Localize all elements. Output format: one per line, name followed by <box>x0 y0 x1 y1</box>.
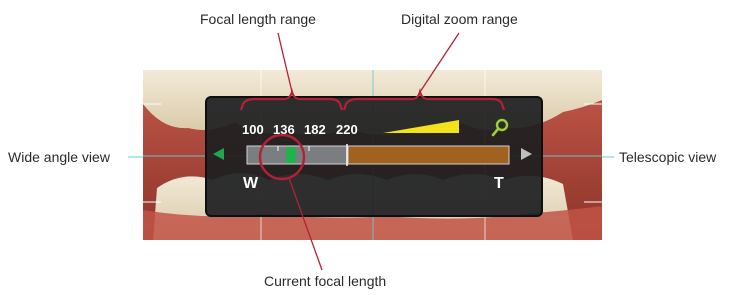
digital-zoom-range-label: Digital zoom range <box>401 11 518 27</box>
current-focal-marker <box>286 147 296 163</box>
zoom-indicator-panel: 100 136 182 220 W T <box>205 96 543 217</box>
wide-label: W <box>243 175 259 192</box>
magnifier-icon <box>491 118 509 137</box>
triangle-right-icon[interactable] <box>521 148 532 160</box>
triangle-left-icon[interactable] <box>213 148 224 160</box>
zoom-indicator-graphics <box>213 118 532 166</box>
digital-zoom-bar <box>347 145 510 165</box>
focal-length-range-label: Focal length range <box>200 11 316 27</box>
digital-zoom-wedge <box>383 120 459 133</box>
optical-zoom-bar <box>246 145 348 165</box>
tele-label: T <box>494 175 504 192</box>
telescopic-view-label: Telescopic view <box>619 149 717 165</box>
current-focal-length-label: Current focal length <box>264 273 387 289</box>
wide-angle-view-label: Wide angle view <box>8 149 110 165</box>
